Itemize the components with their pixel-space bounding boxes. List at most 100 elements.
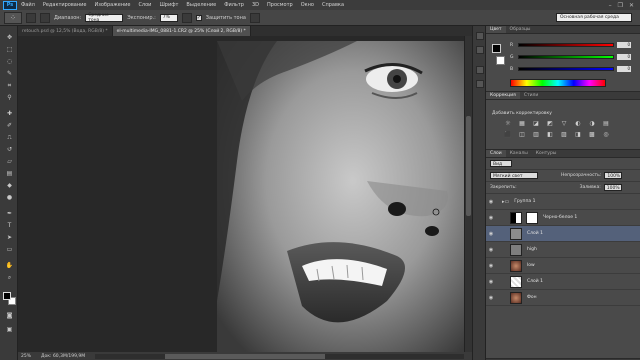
brush-tool-icon[interactable]: ✐ [5,122,14,130]
portrait-photo[interactable] [217,41,464,352]
crop-tool-icon[interactable]: ⌗ [5,82,14,90]
foreground-color-chip[interactable] [492,44,501,53]
tab-paths[interactable]: Контуры [532,150,561,157]
fill-field[interactable]: 100% [603,184,622,191]
selective-color-icon[interactable]: ◎ [602,131,610,138]
move-tool-icon[interactable]: ✥ [5,34,14,42]
screen-mode-icon[interactable]: ▣ [5,326,14,334]
tab-adjustments[interactable]: Коррекция [486,92,520,99]
tab-swatches[interactable]: Образцы [506,26,535,33]
canvas-area[interactable] [18,36,472,352]
red-slider[interactable] [518,43,614,47]
marquee-tool-icon[interactable]: ⬚ [5,46,14,54]
posterize-icon[interactable]: ▨ [560,131,568,138]
exposure-field[interactable]: 7% [159,13,178,22]
hand-tool-icon[interactable]: ✋ [5,262,14,270]
visibility-eye-icon[interactable]: ◉ [486,263,496,269]
layer-row[interactable]: ◉ Фон [486,290,640,306]
airbrush-toggle[interactable] [181,12,192,23]
close-icon[interactable]: ✕ [629,2,634,9]
vertical-scroll-thumb[interactable] [466,116,471,216]
blue-slider[interactable] [518,67,614,71]
restore-icon[interactable]: ❐ [618,2,623,9]
clone-source-panel-icon[interactable] [476,80,484,88]
menu-window[interactable]: Окно [297,2,318,8]
blend-mode-select[interactable]: Мягкий свет [490,172,538,179]
horizontal-scroll-thumb[interactable] [165,353,326,359]
tab-channels[interactable]: Каналы [506,150,532,157]
menu-filter[interactable]: Фильтр [220,2,248,8]
visibility-eye-icon[interactable]: ◉ [486,231,496,237]
workspace-select[interactable]: Основная рабочая среда [556,13,632,22]
tab-color[interactable]: Цвет [486,26,506,33]
doc-tab-retouch[interactable]: retouch.psd @ 12,5% (Вода, RGB/8) * [18,26,113,36]
threshold-icon[interactable]: ◨ [574,131,582,138]
shape-tool-icon[interactable]: ▭ [5,246,14,254]
brightness-contrast-icon[interactable]: ☼ [504,120,512,127]
brush-panel-icon[interactable] [476,66,484,74]
tab-layers[interactable]: Слои [486,150,506,157]
color-spectrum-ramp[interactable] [510,79,606,87]
green-value-field[interactable]: 0 [617,54,631,60]
tab-styles[interactable]: Стили [520,92,543,99]
range-select[interactable]: Средние тона [85,13,124,23]
doc-tab-active[interactable]: el-multimedia-IMG_0881-1.CR2 @ 25% (Слой… [112,26,251,36]
healing-brush-tool-icon[interactable]: ✚ [5,110,14,118]
curves-icon[interactable]: ◪ [532,120,540,127]
pressure-size-toggle[interactable] [249,12,260,23]
protect-tones-checkbox[interactable]: ✓ [195,14,202,21]
history-brush-tool-icon[interactable]: ↺ [5,146,14,154]
brush-size-picker[interactable] [26,12,36,23]
exposure-icon[interactable]: ◩ [546,120,554,127]
zoom-level[interactable]: 25% [21,354,31,359]
visibility-eye-icon[interactable]: ◉ [486,247,496,253]
background-color-chip[interactable] [496,56,505,65]
horizontal-scrollbar[interactable] [95,353,464,359]
brush-panel-toggle[interactable] [40,12,50,23]
quick-select-tool-icon[interactable]: ✎ [5,70,14,78]
layer-row[interactable]: ◉ low [486,258,640,274]
path-select-tool-icon[interactable]: ➤ [5,234,14,242]
layer-row[interactable]: ◉ Слой 1 [486,274,640,290]
hue-saturation-icon[interactable]: ◐ [574,120,582,127]
menu-layers[interactable]: Слои [134,2,155,8]
menu-help[interactable]: Справка [318,2,348,8]
blur-tool-icon[interactable]: ◆ [5,182,14,190]
menu-image[interactable]: Изображение [90,2,134,8]
invert-icon[interactable]: ◧ [546,131,554,138]
lasso-tool-icon[interactable]: ◌ [5,58,14,66]
levels-icon[interactable]: ▦ [518,120,526,127]
properties-panel-icon[interactable] [476,46,484,54]
menu-view[interactable]: Просмотр [263,2,297,8]
zoom-tool-icon[interactable]: ⌕ [5,274,14,282]
channel-mixer-icon[interactable]: ◫ [518,131,526,138]
gradient-map-icon[interactable]: ▩ [588,131,596,138]
tool-preset-picker[interactable]: ⁘ [4,11,22,24]
eraser-tool-icon[interactable]: ▱ [5,158,14,166]
layer-row[interactable]: ◉ Черно-белое 1 [486,210,640,226]
foreground-color-swatch[interactable] [3,292,11,300]
menu-select[interactable]: Выделение [182,2,220,8]
type-tool-icon[interactable]: T [5,222,14,230]
pen-tool-icon[interactable]: ✒ [5,210,14,218]
menu-3d[interactable]: 3D [248,2,263,8]
green-slider[interactable] [518,55,614,59]
layer-row[interactable]: ◉ high [486,242,640,258]
menu-file[interactable]: Файл [17,2,39,8]
layer-filter-select[interactable]: Вид [490,160,512,167]
color-lookup-icon[interactable]: ▥ [532,131,540,138]
vibrance-icon[interactable]: ▽ [560,120,568,127]
dodge-tool-icon[interactable]: ● [5,194,14,202]
visibility-eye-icon[interactable]: ◉ [486,215,496,221]
gradient-tool-icon[interactable]: ▤ [5,170,14,178]
visibility-eye-icon[interactable]: ◉ [486,295,496,301]
minimize-icon[interactable]: – [609,2,612,9]
vertical-scrollbar[interactable] [464,36,472,352]
blue-value-field[interactable]: 0 [617,66,631,72]
clone-stamp-tool-icon[interactable]: ⎍ [5,134,14,142]
opacity-field[interactable]: 100% [604,172,623,179]
color-balance-icon[interactable]: ◑ [588,120,596,127]
photo-filter-icon[interactable]: ⬛ [504,131,512,138]
visibility-eye-icon[interactable]: ◉ [486,279,496,285]
quick-mask-icon[interactable]: ◙ [5,312,14,320]
